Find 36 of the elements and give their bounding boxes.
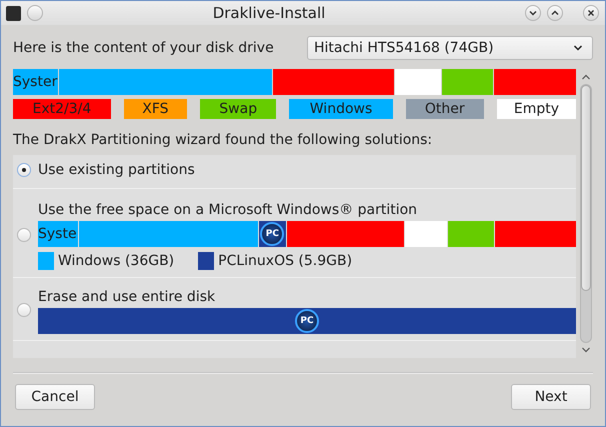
color-swatch <box>38 252 54 270</box>
chevron-up-icon <box>552 10 558 15</box>
disk-label: Here is the content of your disk drive <box>13 40 274 56</box>
option-label[interactable]: Erase and use entire disk <box>38 286 576 308</box>
radio-button[interactable] <box>17 303 31 317</box>
option-label[interactable]: Use the free space on a Microsoft Windows® partition <box>38 199 576 221</box>
close-icon <box>588 10 594 16</box>
logo-icon: PC <box>260 222 284 246</box>
legend-item: Ext2/3/4 <box>13 99 111 119</box>
intro-text: The DrakX Partitioning wizard found the following solutions: <box>13 131 434 150</box>
chevron-up-icon[interactable] <box>582 74 590 80</box>
legend-label: Windows (36GB) <box>58 253 174 269</box>
dialog-button[interactable]: Next <box>511 384 591 410</box>
partition-segment: Syste <box>38 221 78 247</box>
maximize-button[interactable] <box>547 5 563 21</box>
option-label[interactable]: Use existing partitions <box>38 159 576 181</box>
close-button[interactable] <box>583 5 599 21</box>
logo-icon: PC <box>295 309 319 333</box>
drive-dropdown[interactable]: Hitachi HTS54168 (74GB) <box>307 36 593 60</box>
color-swatch <box>198 252 214 270</box>
legend-item: XFS <box>124 99 188 119</box>
dialog-button[interactable]: Cancel <box>15 384 95 410</box>
minimize-button[interactable] <box>525 5 541 21</box>
partition-segment: Syster <box>13 69 58 95</box>
chevron-down-icon <box>573 44 583 52</box>
legend-item: Empty <box>496 99 576 119</box>
legend-label: PCLinuxOS (5.9GB) <box>218 253 352 269</box>
app-icon <box>6 6 21 20</box>
chevron-down-icon[interactable] <box>582 348 590 352</box>
chevron-down-icon <box>530 11 536 16</box>
radio-button[interactable] <box>17 163 31 177</box>
legend-item: Windows <box>289 99 393 119</box>
radio-button[interactable] <box>17 228 31 242</box>
window-title: Draklive-Install <box>212 4 326 22</box>
legend-item: Swap <box>200 99 276 119</box>
legend-item: Other <box>406 99 484 119</box>
